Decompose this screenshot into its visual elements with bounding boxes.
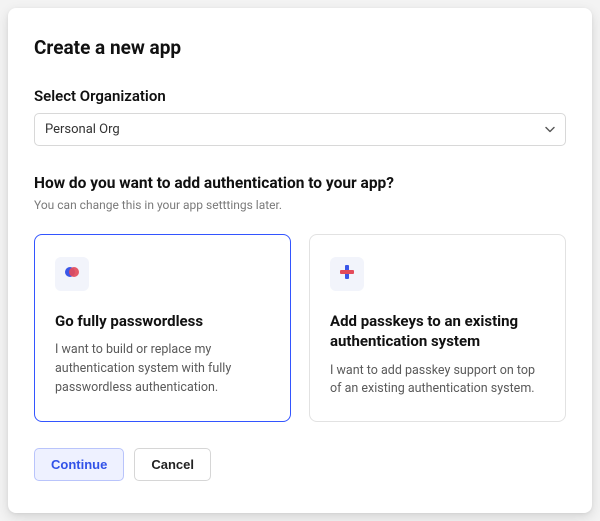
create-app-modal: Create a new app Select Organization Per…	[8, 8, 592, 513]
auth-question: How do you want to add authentication to…	[34, 174, 566, 192]
option-icon-box	[55, 257, 89, 291]
option-title: Add passkeys to an existing authenticati…	[330, 311, 547, 352]
continue-button[interactable]: Continue	[34, 448, 124, 481]
cancel-button[interactable]: Cancel	[134, 448, 211, 481]
modal-title: Create a new app	[34, 36, 566, 59]
option-icon-box	[330, 257, 364, 291]
org-select-wrap: Personal Org	[34, 113, 566, 146]
auth-options: Go fully passwordless I want to build or…	[34, 234, 566, 422]
option-desc: I want to add passkey support on top of …	[330, 362, 547, 400]
option-add-passkeys[interactable]: Add passkeys to an existing authenticati…	[309, 234, 566, 422]
org-label: Select Organization	[34, 87, 566, 105]
plus-icon	[338, 263, 356, 285]
org-select[interactable]: Personal Org	[34, 113, 566, 146]
option-desc: I want to build or replace my authentica…	[55, 341, 272, 397]
modal-footer: Continue Cancel	[34, 448, 566, 481]
circles-icon	[63, 263, 81, 285]
option-passwordless[interactable]: Go fully passwordless I want to build or…	[34, 234, 291, 422]
option-title: Go fully passwordless	[55, 311, 272, 331]
auth-helper: You can change this in your app settting…	[34, 198, 566, 212]
